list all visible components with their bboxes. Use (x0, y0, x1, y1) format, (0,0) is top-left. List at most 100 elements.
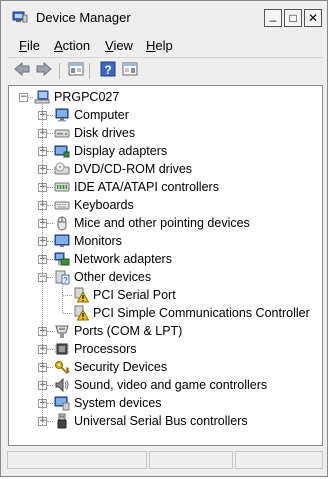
tree-connector (47, 115, 53, 116)
menu-bar: File Action View Help (7, 35, 323, 58)
tree-item-other-devices[interactable]: −? Other devices (9, 268, 322, 286)
tree-item-computer[interactable]: + Computer (9, 106, 322, 124)
tree-node-label: Monitors (74, 234, 122, 248)
toolbar: ? (7, 59, 323, 83)
tree-item-universal-serial-bus-controllers[interactable]: + Universal Serial Bus controllers (9, 412, 322, 430)
tree-item-pci-serial-port[interactable]: PCI Serial Port (9, 286, 322, 304)
tree-connector (47, 385, 53, 386)
tree-item-sound-video-and-game-controllers[interactable]: + Sound, video and game controllers (9, 376, 322, 394)
status-bar (7, 450, 323, 470)
tree-node-label: Network adapters (74, 252, 172, 266)
title-bar[interactable]: Device Manager _ □ ✕ (4, 5, 324, 27)
show-hide-console-tree-button[interactable] (67, 62, 85, 80)
menu-action-label: ction (62, 38, 91, 53)
menu-file[interactable]: File (19, 38, 40, 54)
tree-connector (47, 133, 53, 134)
device-tree[interactable]: − PRGPC027 + Computer + Disk drives + Display a… (8, 85, 323, 446)
menu-file-accel: F (19, 38, 27, 53)
status-cell-left (7, 451, 147, 469)
menu-help-accel: H (146, 38, 156, 53)
menu-action[interactable]: Action (54, 38, 90, 54)
tree-connector (47, 367, 53, 368)
tree-connector (47, 151, 53, 152)
tree-item-processors[interactable]: + Processors (9, 340, 322, 358)
port-icon (54, 323, 70, 339)
minimize-button[interactable]: _ (264, 9, 282, 27)
tree-item-mice-and-other-pointing-devices[interactable]: + Mice and other pointing devices (9, 214, 322, 232)
tree-item-security-devices[interactable]: + Security Devices (9, 358, 322, 376)
tree-item-pci-simple-communications-controller[interactable]: PCI Simple Communications Controller (9, 304, 322, 322)
computer-icon (34, 89, 50, 105)
menu-file-label: ile (26, 38, 40, 53)
svg-text:?: ? (63, 276, 68, 285)
tree-connector (47, 331, 53, 332)
tree-connector (47, 277, 53, 278)
close-button[interactable]: ✕ (304, 9, 322, 27)
menu-help[interactable]: Help (146, 38, 173, 54)
dvd-drive-icon (54, 161, 70, 177)
display-adapter-icon (54, 143, 70, 159)
tree-node-label: IDE ATA/ATAPI controllers (74, 180, 219, 194)
help-icon: ? (100, 61, 116, 82)
collapse-toggle[interactable]: − (19, 93, 28, 102)
help-button[interactable]: ? (99, 61, 117, 82)
tree-item-dvd-cd-rom-drives[interactable]: + DVD/CD-ROM drives (9, 160, 322, 178)
system-devices-icon (54, 395, 70, 411)
menu-help-label: elp (155, 38, 173, 53)
minimize-icon: _ (269, 8, 277, 22)
tree-node-label: Computer (74, 108, 129, 122)
tree-item-display-adapters[interactable]: + Display adapters (9, 142, 322, 160)
tree-item-disk-drives[interactable]: + Disk drives (9, 124, 322, 142)
tree-node-label: Mice and other pointing devices (74, 216, 250, 230)
tree-connector (47, 403, 53, 404)
tree-node-label: Universal Serial Bus controllers (74, 414, 248, 428)
processor-icon (54, 341, 70, 357)
speaker-icon (54, 377, 70, 393)
properties-view-button[interactable] (121, 62, 139, 80)
tree-node-label: Sound, video and game controllers (74, 378, 268, 392)
tree-item-monitors[interactable]: + Monitors (9, 232, 322, 250)
back-button[interactable] (13, 61, 31, 81)
tree-node-label: Other devices (74, 270, 152, 284)
menu-action-accel: A (54, 38, 63, 53)
tree-connector (63, 313, 72, 314)
toolbar-separator (89, 63, 90, 79)
window-title: Device Manager (36, 10, 131, 25)
tree-connector (47, 205, 53, 206)
tree-item-network-adapters[interactable]: + Network adapters (9, 250, 322, 268)
tree-node-label: PCI Simple Communications Controller (93, 306, 310, 320)
warning-device-icon (73, 287, 90, 303)
security-key-icon (54, 359, 70, 375)
maximize-icon: □ (289, 11, 297, 25)
tree-item-ports-com-lpt[interactable]: + Ports (COM & LPT) (9, 322, 322, 340)
forward-button[interactable] (35, 61, 53, 81)
menu-view[interactable]: View (105, 38, 133, 54)
tree-node-label: Ports (COM & LPT) (74, 324, 183, 338)
tree-node-label: Display adapters (74, 144, 168, 158)
tree-connector (47, 169, 53, 170)
tree-item-keyboards[interactable]: + Keyboards (9, 196, 322, 214)
tree-connector (42, 104, 43, 425)
tree-item-system-devices[interactable]: + System devices (9, 394, 322, 412)
toolbar-separator (59, 63, 60, 79)
status-cell-middle (149, 451, 233, 469)
tree-connector (47, 349, 53, 350)
tree-connector (62, 283, 63, 313)
tree-root-prgpc027[interactable]: − PRGPC027 (9, 88, 322, 106)
tree-connector (63, 295, 72, 296)
ide-controller-icon (54, 179, 70, 195)
device-manager-icon (12, 10, 28, 24)
maximize-button[interactable]: □ (284, 9, 302, 27)
tree-item-ide-ata-atapi-controllers[interactable]: + IDE ATA/ATAPI controllers (9, 178, 322, 196)
status-cell-right (235, 451, 323, 469)
warning-device-icon (73, 305, 90, 321)
back-arrow-icon (14, 61, 30, 81)
tree-node-label: PCI Serial Port (93, 288, 176, 302)
close-icon: ✕ (307, 11, 319, 25)
tree-connector (47, 421, 53, 422)
tree-connector (28, 97, 33, 98)
usb-icon (54, 413, 70, 429)
show-hide-console-tree-icon (68, 62, 84, 81)
tree-connector (47, 241, 53, 242)
forward-arrow-icon (36, 61, 52, 81)
